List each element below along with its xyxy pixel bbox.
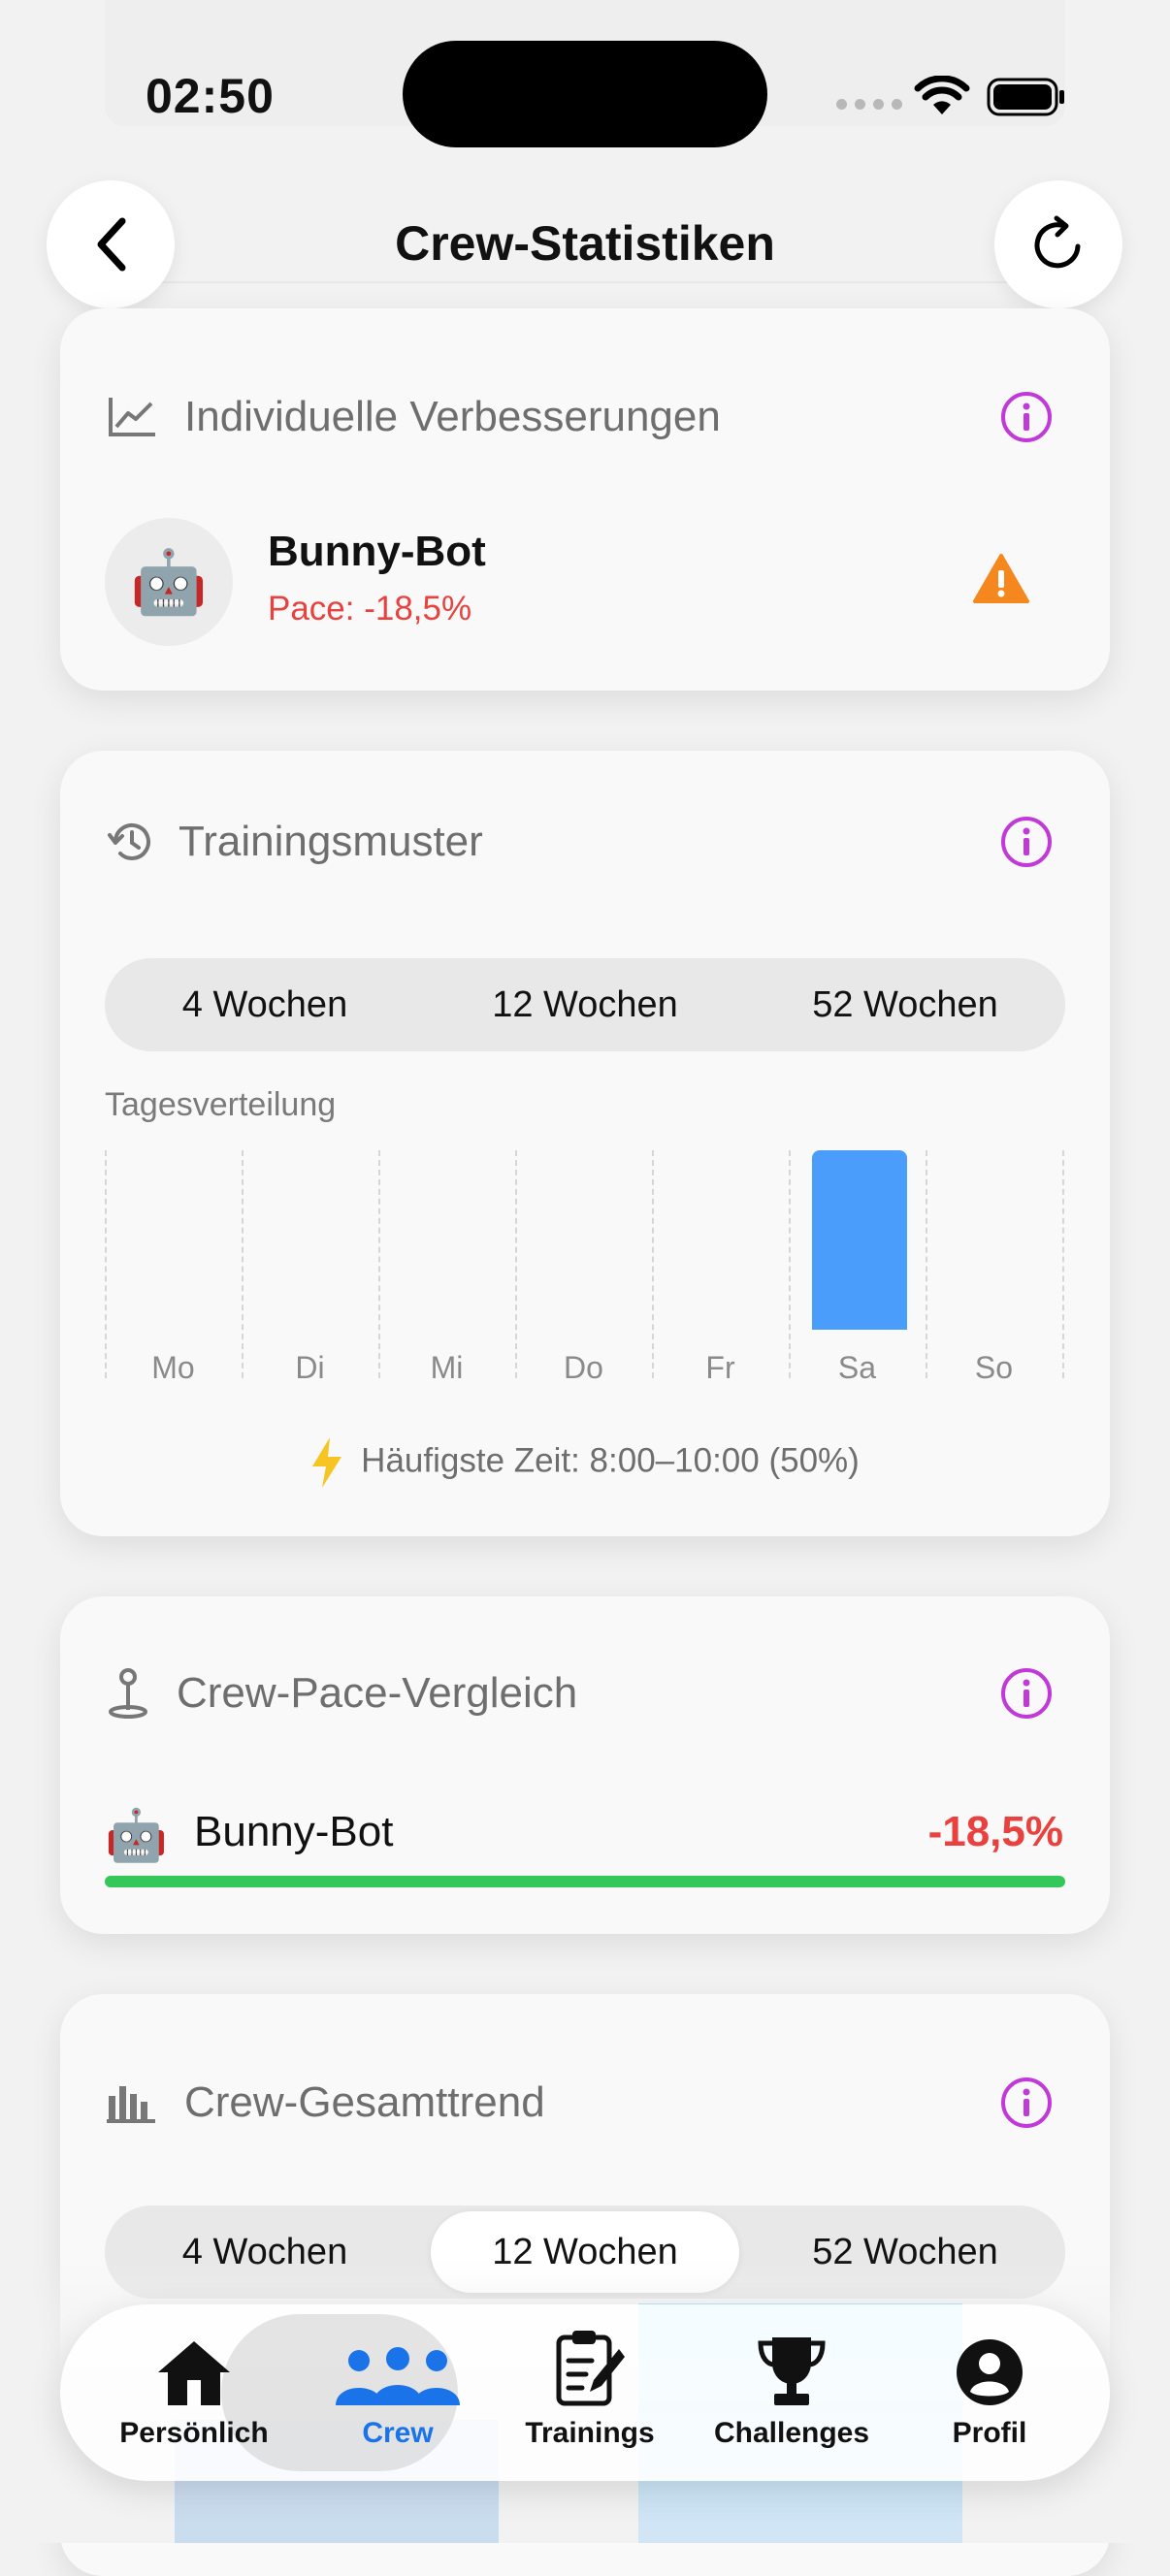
gridline [378,1150,380,1378]
pin-icon [109,1668,147,1719]
gridline [105,1150,107,1378]
tab-challenges-label: Challenges [713,2417,870,2449]
tab-personal[interactable]: Persönlich [97,2328,291,2463]
chart-line-icon [109,398,155,436]
info-icon[interactable] [999,815,1054,869]
day-label: Sa [837,1350,877,1385]
trophy-icon [758,2337,826,2405]
tab-52-weeks[interactable]: 52 Wochen [751,964,1059,1046]
people-icon [336,2347,460,2405]
signal-dots-icon [836,99,902,110]
day-bar [811,1150,907,1330]
info-icon[interactable] [999,1666,1054,1721]
robot-avatar-icon: 🤖 [105,1808,168,1864]
status-icons [836,70,1069,118]
lightning-icon [312,1437,342,1488]
gridline [242,1150,244,1378]
avatar: 🤖 [105,518,233,646]
chart-label: Tagesverteilung [105,1086,337,1123]
day-label: So [974,1350,1014,1385]
day-label: Do [564,1350,603,1385]
trend-title: Crew-Gesamttrend [184,2078,545,2126]
tab-crew-label: Crew [362,2417,434,2449]
tab-personal-label: Persönlich [119,2417,269,2449]
gridline [1062,1150,1064,1378]
person-circle-icon [957,2339,1023,2405]
gridline [789,1150,791,1378]
tab-profile[interactable]: Profil [893,2328,1087,2463]
status-time: 02:50 [146,69,275,123]
tab-4-weeks[interactable]: 4 Wochen [111,964,419,1046]
tab-crew[interactable]: Crew [301,2328,495,2463]
gridline [926,1150,927,1378]
refresh-button[interactable] [994,180,1122,308]
tab-trainings[interactable]: Trainings [493,2328,687,2463]
info-icon[interactable] [999,390,1054,444]
wifi-icon [914,76,970,114]
refresh-icon [1034,215,1081,269]
info-icon[interactable] [999,2076,1054,2130]
bar-chart-icon [107,2086,155,2123]
most-frequent-time: Häufigste Zeit: 8:00–10:00 (50%) [60,1435,1110,1490]
house-icon [158,2341,230,2405]
gridline [652,1150,654,1378]
training-title: Trainingsmuster [179,818,483,865]
day-label: Di [295,1350,325,1385]
most-frequent-time-text: Häufigste Zeit: 8:00–10:00 (50%) [361,1441,860,1480]
background-divider [105,281,1065,283]
battery-icon [987,78,1064,116]
tab-12-weeks[interactable]: 12 Wochen [431,964,739,1046]
pace-member-name: Bunny-Bot [194,1808,394,1855]
dynamic-island [403,41,767,147]
improvements-card: Individuelle Verbesserungen 🤖 Bunny-Bot … [60,308,1110,691]
training-pattern-card: Trainingsmuster 4 Wochen 12 Wochen 52 Wo… [60,751,1110,1536]
warning-icon [973,554,1029,603]
day-label: Fr [705,1350,735,1385]
member-metric: Pace: -18,5% [268,590,472,628]
day-label: Mo [151,1350,195,1385]
tab-challenges[interactable]: Challenges [695,2328,889,2463]
gridline [515,1150,517,1378]
pace-title: Crew-Pace-Vergleich [177,1669,578,1717]
tab-trainings-label: Trainings [525,2417,655,2449]
history-icon [108,823,150,860]
tab-profile-label: Profil [952,2417,1027,2449]
improvements-title: Individuelle Verbesserungen [184,393,721,440]
clipboard-icon [556,2331,625,2406]
day-label: Mi [430,1350,464,1385]
pace-bar [105,1876,1065,1887]
pace-comparison-card: Crew-Pace-Vergleich 🤖 Bunny-Bot -18,5% [60,1596,1110,1934]
member-name: Bunny-Bot [268,528,486,575]
robot-avatar-icon: 🤖 [130,546,208,617]
day-distribution-chart: Mo Di Mi Do Fr Sa So [105,1150,1065,1393]
pace-value: -18,5% [927,1808,1063,1855]
period-segmented-control: 4 Wochen 12 Wochen 52 Wochen [105,958,1065,1051]
